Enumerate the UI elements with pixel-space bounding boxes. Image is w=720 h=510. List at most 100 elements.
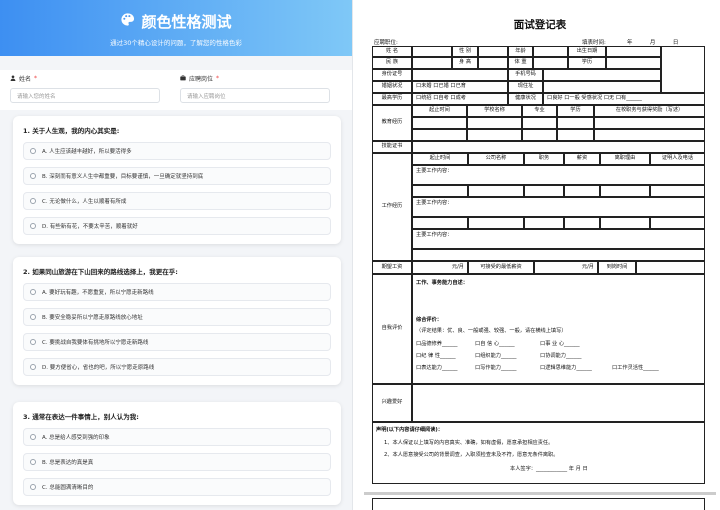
height-value-cell[interactable] [478, 57, 508, 69]
work-cell[interactable] [412, 185, 468, 197]
address-value-cell[interactable] [543, 81, 661, 93]
edu-col-major: 专业 [522, 105, 557, 117]
radio-icon[interactable] [30, 339, 36, 345]
work-cell[interactable] [468, 185, 524, 197]
health-options-cell[interactable]: 口良好 口一般 受感状况 口无 口有______ [543, 93, 705, 105]
name-label-cell: 姓 名 [372, 46, 412, 57]
radio-icon[interactable] [30, 459, 36, 465]
radio-icon[interactable] [30, 289, 36, 295]
radio-icon[interactable] [30, 484, 36, 490]
trait-item[interactable]: 口纪 律 性______ [416, 352, 456, 359]
trait-item[interactable]: 口组织能力______ [475, 352, 517, 359]
degree-value-cell[interactable] [606, 57, 661, 69]
quiz-header: 颜色性格测试 通过30个精心设计的问题，了解您的性格色彩 [0, 0, 352, 56]
radio-icon[interactable] [30, 434, 36, 440]
trait-item[interactable]: 口逻辑思维能力______ [540, 364, 592, 371]
edu-cell[interactable] [467, 117, 522, 129]
work-cell[interactable] [564, 217, 600, 229]
salary-unit: 元/月 [451, 263, 464, 270]
option-item[interactable]: B. 总是表达的真是真 [23, 453, 331, 471]
declaration-title: 声明(以下内容请仔细阅读)： [376, 427, 443, 433]
work-content-cell[interactable]: 主要工作内容： [412, 229, 705, 249]
trait-item[interactable]: 口工作灵活性______ [612, 364, 659, 371]
marital-options-cell[interactable]: 口未婚 口已婚 口已育 [412, 81, 508, 93]
education-options-cell[interactable]: 口统招 口自考 口成考 [412, 93, 508, 105]
edu-col-degree: 学历 [557, 105, 594, 117]
work-cell[interactable] [600, 217, 650, 229]
radio-icon[interactable] [30, 364, 36, 370]
radio-icon[interactable] [30, 198, 36, 204]
trait-item[interactable]: 口事 业 心______ [540, 340, 580, 347]
edu-cell[interactable] [412, 117, 467, 129]
gender-value-cell[interactable] [478, 46, 508, 57]
work-cell[interactable] [524, 217, 564, 229]
trait-item[interactable]: 口协调能力______ [540, 352, 582, 359]
radio-icon[interactable] [30, 148, 36, 154]
work-col-reference: 证明人及电话 [650, 153, 705, 165]
work-cell[interactable] [412, 249, 705, 261]
weight-value-cell[interactable] [533, 57, 568, 69]
option-item[interactable]: B. 深刻而有意义人生中都重要，目标要谨慎，一旦确定就坚持到底 [23, 167, 331, 185]
sig-day-label: 日 [582, 466, 588, 472]
work-cell[interactable] [468, 217, 524, 229]
min-salary-value-cell[interactable]: 元/月 [534, 261, 598, 274]
name-value-cell[interactable] [412, 46, 452, 57]
edu-cell[interactable] [557, 129, 594, 141]
option-item[interactable]: B. 要安全稳妥所以宁愿走原路线放心地址 [23, 308, 331, 326]
edu-cell[interactable] [594, 129, 705, 141]
option-item[interactable]: D. 要方便省心，省也的吧，所以宁愿走原路线 [23, 358, 331, 376]
radio-icon[interactable] [30, 173, 36, 179]
self-work-label: 工作、事务能力自述： [416, 280, 468, 286]
option-item[interactable]: A. 总是给人感受到强的印象 [23, 428, 331, 446]
salary-value-cell[interactable]: 元/月 [412, 261, 468, 274]
work-cell[interactable] [650, 217, 705, 229]
trait-item[interactable]: 口写作能力______ [475, 364, 517, 371]
weight-label-cell: 体 重 [508, 57, 533, 69]
work-cell[interactable] [650, 185, 705, 197]
edu-cell[interactable] [467, 129, 522, 141]
hobby-value-cell[interactable] [412, 384, 705, 422]
edu-cell[interactable] [557, 117, 594, 129]
sig-month-label: 月 [575, 466, 581, 472]
question-card: 1. 关于人生观，我的内心其实是: A. 人生应该越丰越好，所以要活得多 B. … [13, 116, 341, 244]
trait-item[interactable]: 口自 信 心______ [475, 340, 515, 347]
option-item[interactable]: A. 要好玩有趣，不愿重复，所以宁愿走新路线 [23, 283, 331, 301]
work-cell[interactable] [600, 185, 650, 197]
birth-date-value-cell[interactable] [606, 46, 661, 57]
edu-cell[interactable] [412, 129, 467, 141]
edu-cell[interactable] [522, 129, 557, 141]
certificate-value-cell[interactable] [412, 141, 705, 153]
phone-label-cell: 手机号码 [508, 69, 543, 81]
interview-registration-form: 面试登记表 应聘职位: 填表时间: 年 月 日 姓 名 性 别 年龄 出生日期 … [360, 0, 720, 510]
trait-item[interactable]: 口表达能力______ [416, 364, 458, 371]
question-title: 3. 通常在表达一件事情上，别人认为我: [23, 413, 139, 421]
radio-icon[interactable] [30, 223, 36, 229]
edu-cell[interactable] [522, 117, 557, 129]
work-cell[interactable] [524, 185, 564, 197]
id-number-value-cell[interactable] [412, 69, 508, 81]
work-cell[interactable] [564, 185, 600, 197]
work-content-cell[interactable]: 主要工作内容： [412, 197, 705, 217]
position-input[interactable]: 请输入应聘岗位 [180, 88, 330, 103]
trait-item[interactable]: 口品德修养______ [416, 340, 458, 347]
user-icon [10, 74, 16, 83]
radio-icon[interactable] [30, 314, 36, 320]
age-value-cell[interactable] [533, 46, 568, 57]
edu-cell[interactable] [594, 117, 705, 129]
evaluation-hint: （评定结果：优、良、一般或强、较强、一般，请在横线上填写） [416, 328, 567, 334]
start-date-value-cell[interactable] [636, 261, 705, 274]
health-label-cell: 健康状况 [508, 93, 543, 105]
phone-value-cell[interactable] [543, 69, 661, 81]
option-item[interactable]: C. 要挑战自我要体有挑地所以宁愿走新路线 [23, 333, 331, 351]
ethnicity-value-cell[interactable] [412, 57, 452, 69]
option-item[interactable]: C. 无论做什么，人生以顺着有所成 [23, 192, 331, 210]
option-item[interactable]: C. 总能圆满清晰目的 [23, 478, 331, 496]
option-item[interactable]: A. 人生应该越丰越好，所以要活得多 [23, 142, 331, 160]
work-content-cell[interactable]: 主要工作内容： [412, 165, 705, 185]
education-history-label-cell: 教育经历 [372, 105, 412, 141]
name-input[interactable]: 请输入您的姓名 [10, 88, 160, 103]
option-item[interactable]: D. 有些新有花，不要太辛苦，顺着就好 [23, 217, 331, 235]
height-label-cell: 身 高 [452, 57, 478, 69]
work-cell[interactable] [412, 217, 468, 229]
option-label: A. 要好玩有趣，不愿重复，所以宁愿走新路线 [42, 290, 154, 296]
